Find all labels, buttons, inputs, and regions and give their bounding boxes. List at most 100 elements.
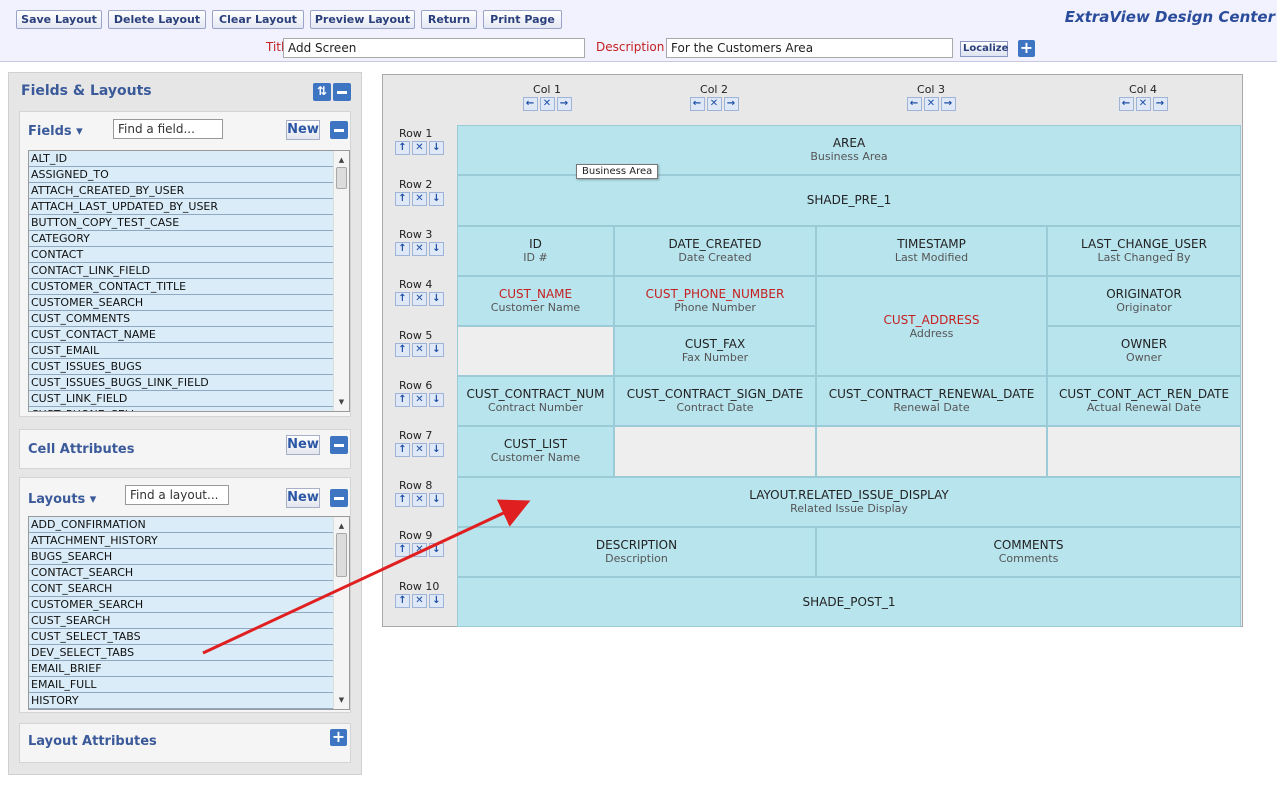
layout-list-item[interactable]: EMAIL_BRIEF [29, 661, 334, 677]
cell-cust-phone-number[interactable]: CUST_PHONE_NUMBER Phone Number [614, 276, 816, 326]
delete-x-icon[interactable]: ✕ [412, 493, 427, 507]
down-arrow-icon[interactable]: ↓ [429, 141, 444, 155]
cell-timestamp[interactable]: TIMESTAMP Last Modified [816, 226, 1047, 276]
fields-minus-icon[interactable] [330, 121, 348, 139]
field-list-item[interactable]: CATEGORY [29, 231, 334, 247]
delete-x-icon[interactable]: ✕ [412, 242, 427, 256]
field-list-item[interactable]: CUST_LINK_FIELD [29, 391, 334, 407]
find-field-input[interactable]: Find a field... [113, 119, 223, 139]
find-layout-input[interactable]: Find a layout... [125, 485, 229, 505]
layout-list-item[interactable]: DEV_SELECT_TABS [29, 645, 334, 661]
layouts-dropdown-label[interactable]: Layouts ▾ [28, 492, 96, 507]
up-arrow-icon[interactable]: ↑ [395, 393, 410, 407]
left-arrow-icon[interactable]: ← [689, 97, 705, 111]
field-list-item[interactable]: ATTACH_CREATED_BY_USER [29, 183, 334, 199]
left-arrow-icon[interactable]: ← [1118, 97, 1134, 111]
add-layout-attribute-icon[interactable]: + [330, 729, 347, 746]
cell-attributes-minus-icon[interactable] [330, 436, 348, 454]
up-arrow-icon[interactable]: ↑ [395, 242, 410, 256]
scroll-down-icon[interactable]: ▼ [334, 395, 349, 409]
save-layout-button[interactable]: Save Layout [16, 10, 102, 29]
field-list-item[interactable]: CUST_PHONE_CELL [29, 407, 334, 411]
field-list-item[interactable]: ASSIGNED_TO [29, 167, 334, 183]
down-arrow-icon[interactable]: ↓ [429, 393, 444, 407]
field-list-item[interactable]: CONTACT_LINK_FIELD [29, 263, 334, 279]
cell-shade-pre[interactable]: SHADE_PRE_1 [457, 175, 1241, 226]
layout-list-item[interactable]: ADD_CONFIRMATION [29, 517, 334, 533]
cell-cust-fax[interactable]: CUST_FAX Fax Number [614, 326, 816, 376]
left-arrow-icon[interactable]: ← [522, 97, 538, 111]
field-list-item[interactable]: CUST_ISSUES_BUGS [29, 359, 334, 375]
localize-button[interactable]: Localize [960, 41, 1008, 57]
delete-x-icon[interactable]: ✕ [539, 97, 555, 111]
field-list-item[interactable]: ATTACH_LAST_UPDATED_BY_USER [29, 199, 334, 215]
up-arrow-icon[interactable]: ↑ [395, 543, 410, 557]
layout-list-item[interactable]: CONTACT_SEARCH [29, 565, 334, 581]
field-list-item[interactable]: CUSTOMER_CONTACT_TITLE [29, 279, 334, 295]
layout-list-item[interactable]: HISTORY [29, 693, 334, 709]
cell-owner[interactable]: OWNER Owner [1047, 326, 1241, 376]
delete-x-icon[interactable]: ✕ [923, 97, 939, 111]
down-arrow-icon[interactable]: ↓ [429, 192, 444, 206]
cell-area[interactable]: AREA Business Area [457, 125, 1241, 175]
field-list-item[interactable]: CONTACT [29, 247, 334, 263]
right-arrow-icon[interactable]: → [940, 97, 956, 111]
layout-list-item[interactable]: CUST_SELECT_TABS [29, 629, 334, 645]
right-arrow-icon[interactable]: → [1152, 97, 1168, 111]
cell-related-issue-display[interactable]: LAYOUT.RELATED_ISSUE_DISPLAY Related Iss… [457, 477, 1241, 527]
cell-id[interactable]: ID ID # [457, 226, 614, 276]
clear-layout-button[interactable]: Clear Layout [212, 10, 304, 29]
down-arrow-icon[interactable]: ↓ [429, 343, 444, 357]
field-list-item[interactable]: BUTTON_COPY_TEST_CASE [29, 215, 334, 231]
collapse-minus-icon[interactable] [333, 83, 351, 101]
cell-empty[interactable] [816, 426, 1047, 477]
cell-originator[interactable]: ORIGINATOR Originator [1047, 276, 1241, 326]
delete-x-icon[interactable]: ✕ [412, 292, 427, 306]
cell-empty[interactable] [457, 326, 614, 376]
field-list-item[interactable]: CUST_ISSUES_BUGS_LINK_FIELD [29, 375, 334, 391]
delete-x-icon[interactable]: ✕ [412, 343, 427, 357]
cell-date-created[interactable]: DATE_CREATED Date Created [614, 226, 816, 276]
right-arrow-icon[interactable]: → [723, 97, 739, 111]
cell-cust-cont-act-ren-date[interactable]: CUST_CONT_ACT_REN_DATE Actual Renewal Da… [1047, 376, 1241, 426]
delete-x-icon[interactable]: ✕ [412, 141, 427, 155]
preview-layout-button[interactable]: Preview Layout [310, 10, 415, 29]
scroll-down-icon[interactable]: ▼ [334, 693, 349, 707]
up-arrow-icon[interactable]: ↑ [395, 493, 410, 507]
cell-cust-contract-num[interactable]: CUST_CONTRACT_NUM Contract Number [457, 376, 614, 426]
add-plus-icon[interactable]: + [1018, 40, 1035, 57]
up-arrow-icon[interactable]: ↑ [395, 443, 410, 457]
delete-x-icon[interactable]: ✕ [412, 192, 427, 206]
delete-x-icon[interactable]: ✕ [412, 594, 427, 608]
return-button[interactable]: Return [421, 10, 477, 29]
scroll-up-icon[interactable]: ▲ [334, 519, 349, 533]
cell-empty[interactable] [614, 426, 816, 477]
cell-cust-contract-sign-date[interactable]: CUST_CONTRACT_SIGN_DATE Contract Date [614, 376, 816, 426]
layout-list-item[interactable]: EMAIL_FULL [29, 677, 334, 693]
field-list-item[interactable]: CUSTOMER_SEARCH [29, 295, 334, 311]
new-field-button[interactable]: New [286, 120, 320, 140]
fields-listbox[interactable]: ALT_ID ASSIGNED_TO ATTACH_CREATED_BY_USER A… [28, 150, 350, 412]
left-arrow-icon[interactable]: ← [906, 97, 922, 111]
scroll-thumb[interactable] [336, 533, 347, 577]
layouts-listbox[interactable]: ADD_CONFIRMATION ATTACHMENT_HISTORY BUGS_S… [28, 516, 350, 710]
cell-description[interactable]: DESCRIPTION Description [457, 527, 816, 577]
field-list-item[interactable]: CUST_CONTACT_NAME [29, 327, 334, 343]
delete-x-icon[interactable]: ✕ [1135, 97, 1151, 111]
print-page-button[interactable]: Print Page [483, 10, 562, 29]
field-list-item[interactable]: CUST_COMMENTS [29, 311, 334, 327]
layout-list-item[interactable]: CONT_SEARCH [29, 581, 334, 597]
cell-last-change-user[interactable]: LAST_CHANGE_USER Last Changed By [1047, 226, 1241, 276]
delete-x-icon[interactable]: ✕ [412, 393, 427, 407]
delete-x-icon[interactable]: ✕ [706, 97, 722, 111]
down-arrow-icon[interactable]: ↓ [429, 594, 444, 608]
cell-cust-contract-renewal-date[interactable]: CUST_CONTRACT_RENEWAL_DATE Renewal Date [816, 376, 1047, 426]
cell-empty[interactable] [1047, 426, 1241, 477]
cell-cust-name[interactable]: CUST_NAME Customer Name [457, 276, 614, 326]
field-list-item[interactable]: CUST_EMAIL [29, 343, 334, 359]
down-arrow-icon[interactable]: ↓ [429, 242, 444, 256]
cell-shade-post[interactable]: SHADE_POST_1 [457, 577, 1241, 627]
refresh-icon[interactable]: ⇅ [313, 83, 331, 101]
layout-list-item[interactable]: ATTACHMENT_HISTORY [29, 533, 334, 549]
up-arrow-icon[interactable]: ↑ [395, 594, 410, 608]
